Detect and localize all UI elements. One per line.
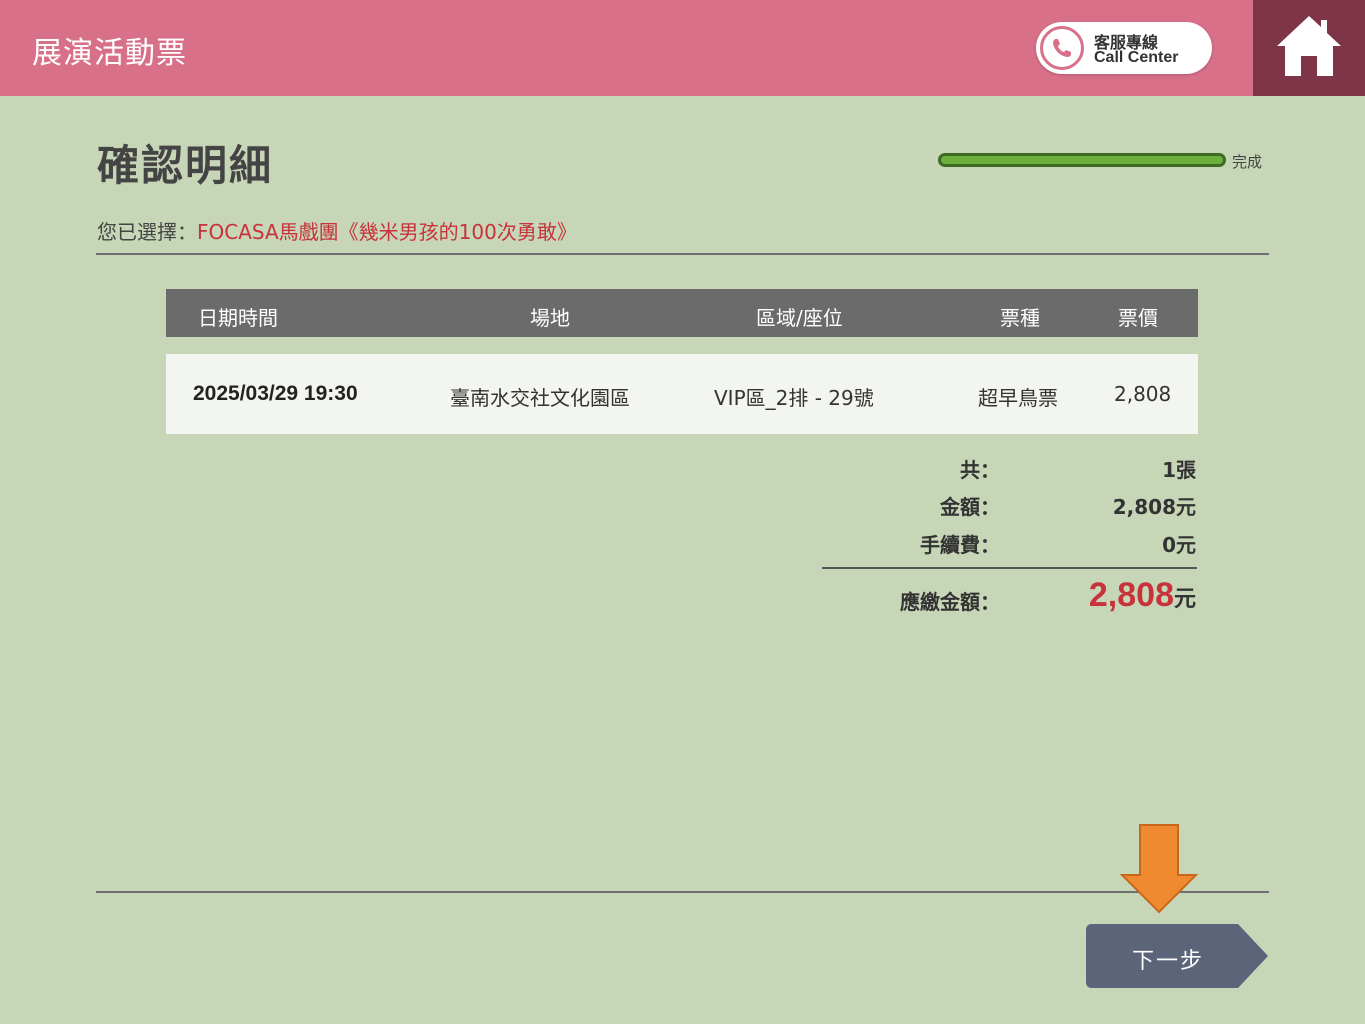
call-center-button[interactable]: 客服專線 Call Center <box>1036 22 1212 74</box>
next-step-label: 下一步 <box>1132 949 1205 974</box>
divider-bottom <box>96 891 1269 893</box>
table-row: 2025/03/29 19:30 臺南水交社文化園區 VIP區_2排 - 29號… <box>166 354 1198 434</box>
total-label: 應繳金額： <box>900 590 1000 614</box>
total-amount: 2,808元 <box>996 576 1196 615</box>
progress-bar <box>938 153 1226 167</box>
count-value: 1張 <box>1162 458 1196 482</box>
app-header: 展演活動票 客服專線 Call Center <box>0 0 1365 96</box>
progress-label: 完成 <box>1232 153 1263 171</box>
app-title: 展演活動票 <box>32 36 187 71</box>
summary-divider <box>822 567 1197 569</box>
col-header-ticket-type: 票種 <box>1000 306 1040 330</box>
home-icon <box>1277 16 1341 76</box>
cell-venue: 臺南水交社文化園區 <box>450 386 630 410</box>
total-unit: 元 <box>1173 587 1196 612</box>
amount-label: 金額： <box>940 495 1000 519</box>
amount-value: 2,808元 <box>1112 495 1196 519</box>
col-header-datetime: 日期時間 <box>198 306 278 330</box>
selected-event-line: 您已選擇：FOCASA馬戲團《幾米男孩的100次勇敢》 <box>97 216 577 245</box>
col-header-seat: 區域/座位 <box>756 306 843 330</box>
home-button[interactable] <box>1253 0 1365 96</box>
total-value: 2,808 <box>1088 576 1174 614</box>
phone-icon <box>1040 26 1084 70</box>
cell-price: 2,808 <box>1114 382 1172 406</box>
cell-seat: VIP區_2排 - 29號 <box>714 386 874 410</box>
fee-value: 0元 <box>1162 533 1196 557</box>
fee-label: 手續費： <box>920 533 1000 557</box>
count-label: 共： <box>960 458 1000 482</box>
divider-top <box>96 253 1269 255</box>
col-header-price: 票價 <box>1118 306 1158 330</box>
down-arrow-icon <box>1120 824 1198 914</box>
cell-ticket-type: 超早鳥票 <box>978 386 1058 410</box>
call-center-label-en: Call Center <box>1094 49 1179 66</box>
page-title: 確認明細 <box>97 141 274 190</box>
next-step-button[interactable]: 下一步 <box>1086 924 1270 988</box>
selected-event-name: FOCASA馬戲團《幾米男孩的100次勇敢》 <box>197 220 577 244</box>
selected-prefix: 您已選擇： <box>97 220 197 244</box>
table-header: 日期時間 場地 區域/座位 票種 票價 <box>166 289 1198 337</box>
col-header-venue: 場地 <box>530 306 570 330</box>
cell-datetime: 2025/03/29 19:30 <box>193 382 358 405</box>
